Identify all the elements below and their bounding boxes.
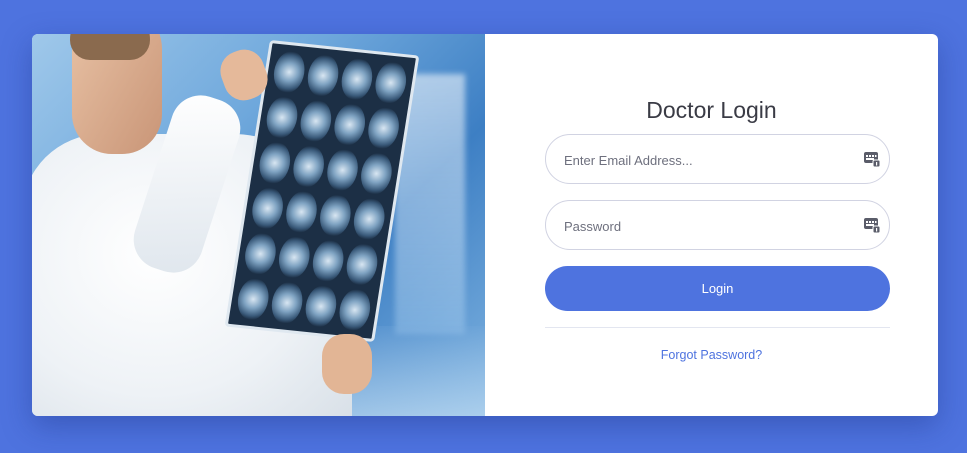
- divider: [545, 327, 890, 328]
- page-title: Doctor Login: [646, 97, 777, 124]
- login-form: Doctor Login Enter Email Address... Logi…: [485, 34, 938, 416]
- password-field-container[interactable]: [545, 200, 890, 251]
- login-button[interactable]: Login: [545, 266, 890, 311]
- email-input[interactable]: [562, 135, 856, 185]
- password-manager-keyboard-icon[interactable]: [864, 217, 880, 233]
- login-card: Doctor Login Enter Email Address... Logi…: [32, 34, 938, 416]
- forgot-password-link[interactable]: Forgot Password?: [485, 348, 938, 362]
- email-field-container[interactable]: [545, 134, 890, 185]
- password-input[interactable]: [562, 201, 856, 251]
- password-manager-keyboard-icon[interactable]: [864, 151, 880, 167]
- doctor-xray-image: [32, 34, 485, 416]
